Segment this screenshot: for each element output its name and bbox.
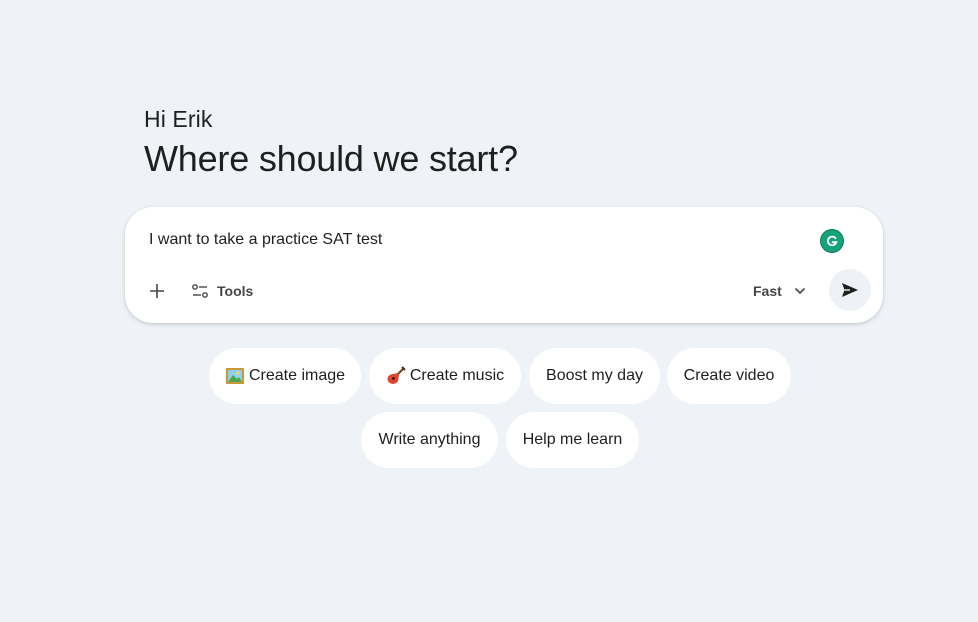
plus-icon: [150, 284, 164, 298]
suggestion-write-anything[interactable]: Write anything: [361, 412, 498, 468]
suggestion-create-image[interactable]: Create image: [209, 348, 361, 404]
suggestion-label: Write anything: [378, 431, 481, 448]
suggestion-boost-my-day[interactable]: Boost my day: [529, 348, 660, 404]
page-title: Where should we start?: [144, 138, 518, 179]
suggestion-create-video[interactable]: Create video: [667, 348, 791, 404]
suggestion-label: Create music: [409, 367, 505, 384]
add-attachment-button[interactable]: [141, 275, 173, 307]
greeting-text: Hi Erik: [144, 106, 213, 132]
suggestion-create-music[interactable]: Create music: [369, 348, 521, 404]
picture-emoji-icon: [225, 366, 245, 386]
suggestion-label: Create image: [248, 367, 346, 384]
suggestion-label: Create video: [683, 367, 775, 384]
mode-label: Fast: [753, 283, 782, 299]
suggestion-label: Boost my day: [546, 367, 643, 384]
model-mode-selector[interactable]: Fast: [753, 277, 806, 305]
send-icon: [842, 283, 858, 297]
suggestion-help-me-learn[interactable]: Help me learn: [506, 412, 639, 468]
tools-label: Tools: [217, 283, 254, 299]
grammarly-icon[interactable]: [820, 229, 844, 253]
tools-sliders-icon: [192, 284, 208, 298]
guitar-emoji-icon: [386, 366, 406, 386]
prompt-composer: I want to take a practice SAT test Tools…: [125, 207, 883, 323]
chevron-down-icon: [794, 287, 805, 295]
suggestion-label: Help me learn: [522, 431, 623, 448]
prompt-input[interactable]: I want to take a practice SAT test: [149, 231, 382, 249]
tools-button[interactable]: Tools: [191, 277, 253, 305]
send-button[interactable]: [829, 269, 871, 311]
